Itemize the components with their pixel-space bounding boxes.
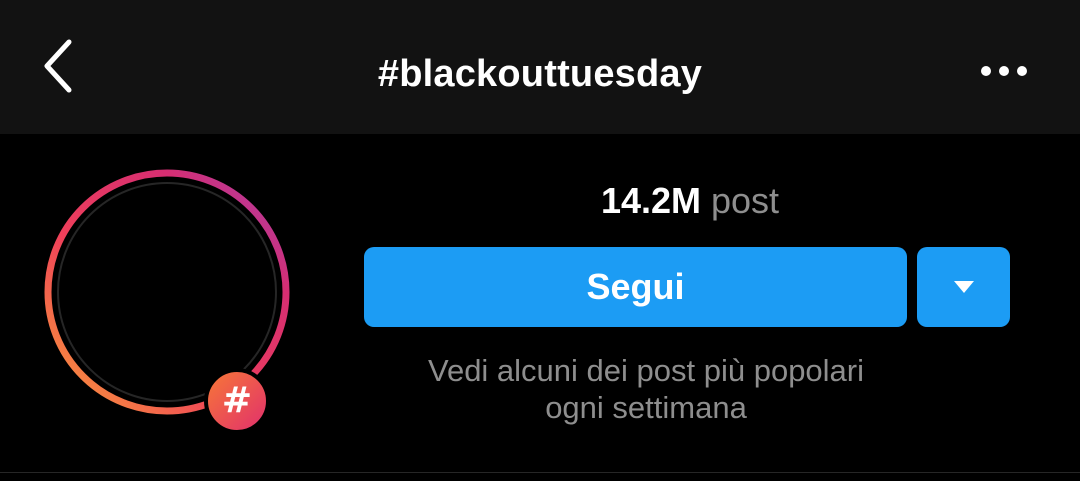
page-title: #blackouttuesday — [377, 53, 703, 95]
hashtag-glyph: # — [221, 380, 253, 421]
hashtag-badge-icon: # — [204, 368, 270, 434]
triangle-down-icon — [953, 281, 974, 293]
description-line-2: ogni settimana — [545, 390, 747, 425]
post-count-unit: post — [711, 180, 780, 221]
hashtag-description: Vedi alcuni dei post più popolari ogni s… — [380, 352, 912, 426]
chevron-left-icon — [44, 39, 72, 93]
section-divider — [0, 472, 1080, 473]
more-horizontal-icon — [981, 66, 1027, 76]
back-button[interactable] — [30, 34, 86, 98]
follow-button[interactable]: Segui — [364, 247, 907, 327]
top-navigation-bar: #blackouttuesday — [0, 0, 1080, 134]
more-options-button[interactable] — [968, 46, 1040, 96]
description-line-1: Vedi alcuni dei post più popolari — [427, 353, 865, 388]
hashtag-avatar[interactable]: # — [40, 166, 300, 434]
follow-dropdown-button[interactable] — [917, 247, 1010, 327]
post-count: 14.2M post — [470, 176, 910, 226]
post-count-value: 14.2M — [600, 180, 701, 221]
